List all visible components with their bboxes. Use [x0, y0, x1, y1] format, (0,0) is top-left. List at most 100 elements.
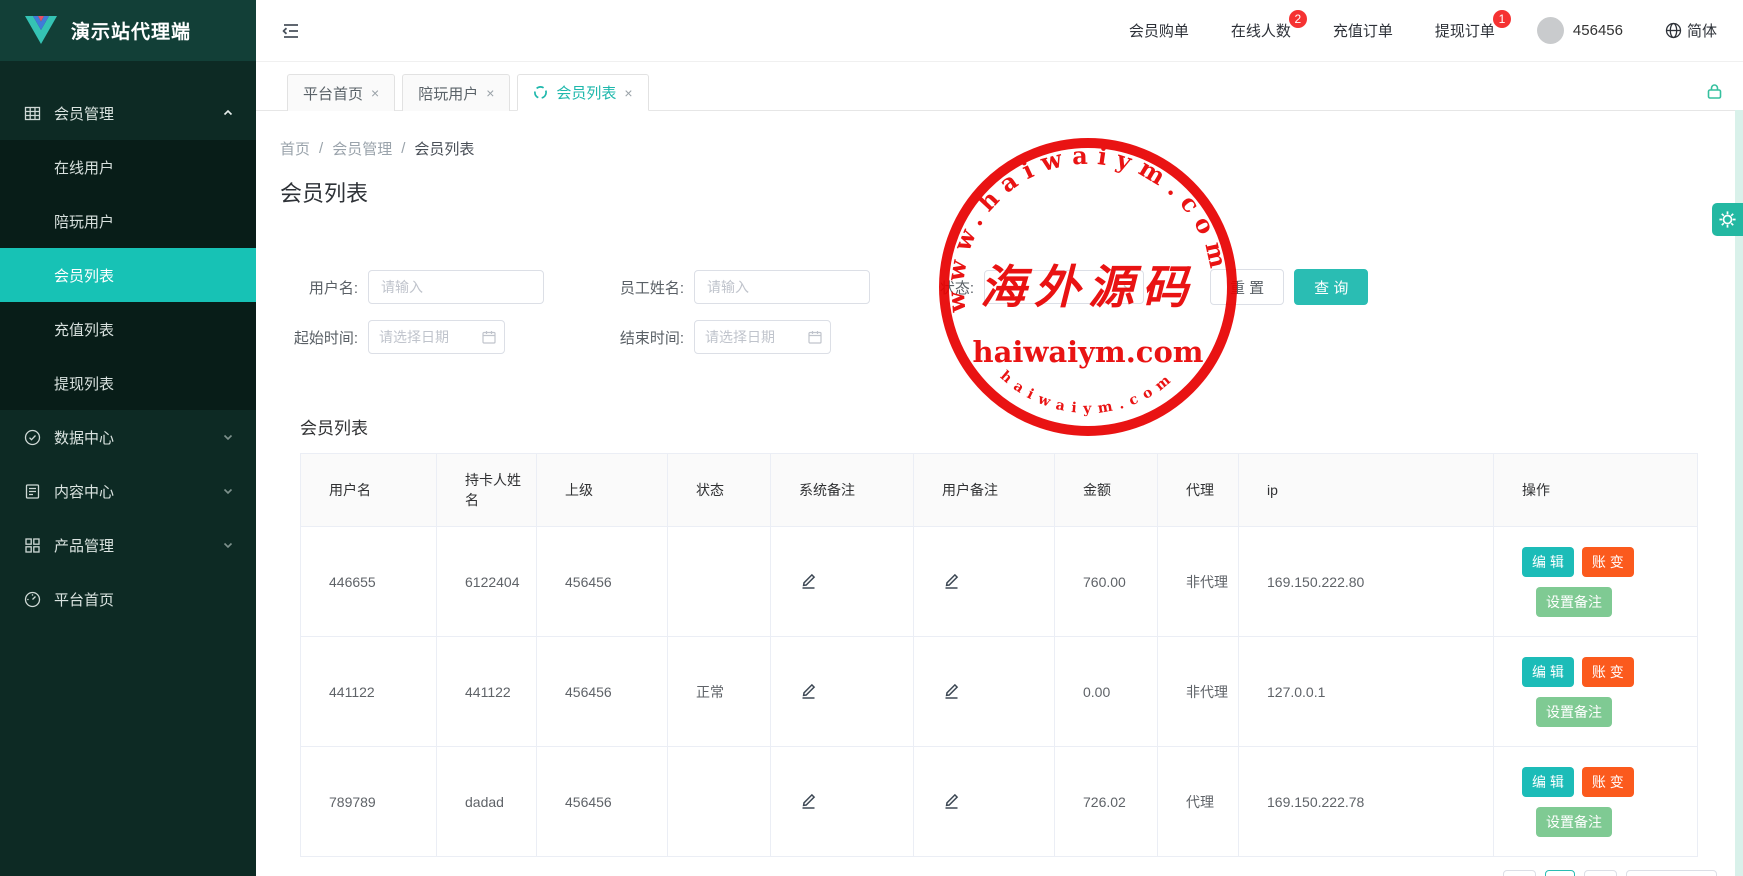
nav-label: 在线人数 [1231, 23, 1291, 40]
nav-member-orders[interactable]: 会员购单 [1129, 20, 1189, 41]
cell-amount: 760.00 [1055, 527, 1158, 637]
nav-recharge-orders[interactable]: 充值订单 [1333, 20, 1393, 41]
close-icon[interactable]: × [486, 85, 494, 101]
lock-icon[interactable] [1706, 83, 1723, 100]
filter-row-2: 起始时间: 请选择日期 结束时间: 请选择日期 [280, 319, 1695, 355]
cell-parent: 456456 [537, 527, 668, 637]
member-table: 用户名持卡人姓名上级状态系统备注用户备注金额代理ip操作 44665561224… [300, 453, 1698, 857]
set-remark-button[interactable]: 设置备注 [1536, 587, 1612, 617]
edit-remark-icon[interactable] [799, 681, 818, 700]
breadcrumb-item[interactable]: 会员管理 [332, 138, 392, 159]
breadcrumb-separator: / [319, 140, 323, 157]
next-page-button[interactable]: › [1584, 870, 1617, 876]
page-content: 首页/会员管理/会员列表 会员列表 用户名: 员工姓名: 状态: 重 置 查 询 [256, 111, 1743, 876]
cell-actions: 编 辑账 变设置备注 [1494, 527, 1698, 637]
account-change-button[interactable]: 账 变 [1582, 767, 1634, 797]
page-size-select[interactable] [1626, 870, 1717, 876]
tab-bar: 平台首页×陪玩用户×会员列表× [256, 62, 1743, 111]
app-window: 演示站代理端 会员管理在线用户陪玩用户会员列表充值列表提现列表数据中心内容中心产… [0, 0, 1743, 876]
column-header: 代理 [1158, 454, 1239, 527]
edit-remark-icon[interactable] [942, 791, 961, 810]
edit-remark-icon[interactable] [942, 681, 961, 700]
table-row: 441122441122456456正常0.00非代理127.0.0.1编 辑账… [301, 637, 1698, 747]
settings-gear-button[interactable] [1712, 203, 1743, 236]
cell-username: 446655 [301, 527, 437, 637]
start-date-picker[interactable]: 请选择日期 [368, 320, 505, 354]
breadcrumb-item[interactable]: 首页 [280, 138, 310, 159]
refresh-icon[interactable] [533, 85, 548, 100]
sidebar-item-data-center[interactable]: 数据中心 [0, 410, 256, 464]
column-header: 系统备注 [771, 454, 914, 527]
prev-page-button[interactable]: ‹ [1503, 870, 1536, 876]
status-select[interactable] [984, 270, 1144, 304]
cell-username: 789789 [301, 747, 437, 857]
edit-remark-icon[interactable] [942, 571, 961, 590]
edit-button[interactable]: 编 辑 [1522, 547, 1574, 577]
table-row: 4466556122404456456760.00非代理169.150.222.… [301, 527, 1698, 637]
tab-companion-users[interactable]: 陪玩用户 × [402, 74, 510, 111]
sidebar-item-label: 内容中心 [54, 481, 209, 502]
nav-label: 提现订单 [1435, 23, 1495, 40]
sidebar-item-content-center[interactable]: 内容中心 [0, 464, 256, 518]
sidebar-item-withdraw-list[interactable]: 提现列表 [0, 356, 256, 410]
query-button[interactable]: 查 询 [1294, 269, 1368, 305]
end-date-picker[interactable]: 请选择日期 [694, 320, 831, 354]
table-row: 789789dadad456456726.02代理169.150.222.78编… [301, 747, 1698, 857]
cell-user-remark [914, 747, 1055, 857]
edit-button[interactable]: 编 辑 [1522, 767, 1574, 797]
cell-cardholder: 6122404 [437, 527, 537, 637]
nav-online-count[interactable]: 在线人数2 [1231, 20, 1291, 41]
reset-button[interactable]: 重 置 [1210, 269, 1284, 305]
table-body: 4466556122404456456760.00非代理169.150.222.… [301, 527, 1698, 857]
dashboard-icon [24, 591, 41, 608]
column-header: 用户名 [301, 454, 437, 527]
edit-remark-icon[interactable] [799, 571, 818, 590]
tab-platform-home[interactable]: 平台首页× [287, 74, 395, 111]
account-change-button[interactable]: 账 变 [1582, 547, 1634, 577]
user-menu[interactable]: 456456 [1537, 17, 1623, 44]
cell-user-remark [914, 637, 1055, 747]
notification-badge: 2 [1289, 10, 1307, 28]
breadcrumb-separator: / [401, 140, 405, 157]
language-switcher[interactable]: 简体 [1665, 20, 1717, 41]
sidebar-item-companion-users[interactable]: 陪玩用户 [0, 194, 256, 248]
column-header: 状态 [668, 454, 771, 527]
grid-icon [24, 105, 41, 122]
filter-form: 用户名: 员工姓名: 状态: 重 置 查 询 起始时间: 请选择日期 [280, 269, 1695, 355]
tab-label: 陪玩用户 [418, 83, 478, 104]
page-number[interactable]: 1 [1545, 870, 1575, 876]
sidebar-item-members[interactable]: 会员管理 [0, 86, 256, 140]
header-right: 会员购单 在线人数2 充值订单 提现订单1 456456 简体 [1129, 17, 1717, 44]
cell-amount: 0.00 [1055, 637, 1158, 747]
avatar [1537, 17, 1564, 44]
sidebar-item-platform-home[interactable]: 平台首页 [0, 572, 256, 626]
close-icon[interactable]: × [371, 85, 379, 101]
cell-ip: 127.0.0.1 [1239, 637, 1494, 747]
set-remark-button[interactable]: 设置备注 [1536, 697, 1612, 727]
cell-agent: 代理 [1158, 747, 1239, 857]
username: 456456 [1573, 22, 1623, 39]
end-date-placeholder: 请选择日期 [705, 327, 802, 347]
cell-status [668, 527, 771, 637]
username-input[interactable] [368, 270, 544, 304]
sidebar-item-recharge-list[interactable]: 充值列表 [0, 302, 256, 356]
edit-button[interactable]: 编 辑 [1522, 657, 1574, 687]
apps-icon [24, 537, 41, 554]
sidebar-item-member-list[interactable]: 会员列表 [0, 248, 256, 302]
nav-label: 充值订单 [1333, 23, 1393, 40]
staff-name-input[interactable] [694, 270, 870, 304]
tab-member-list[interactable]: 会员列表× [517, 74, 648, 111]
close-icon[interactable]: × [624, 85, 632, 101]
sidebar-item-online-users[interactable]: 在线用户 [0, 140, 256, 194]
calendar-icon [808, 330, 822, 344]
staff-name-label: 员工姓名: [604, 277, 684, 298]
nav-withdraw-orders[interactable]: 提现订单1 [1435, 20, 1495, 41]
app-logo: 演示站代理端 [0, 0, 256, 61]
account-change-button[interactable]: 账 变 [1582, 657, 1634, 687]
sidebar-item-products[interactable]: 产品管理 [0, 518, 256, 572]
cell-ip: 169.150.222.80 [1239, 527, 1494, 637]
document-icon [24, 483, 41, 500]
set-remark-button[interactable]: 设置备注 [1536, 807, 1612, 837]
edit-remark-icon[interactable] [799, 791, 818, 810]
sidebar-collapse-icon[interactable] [280, 20, 302, 42]
